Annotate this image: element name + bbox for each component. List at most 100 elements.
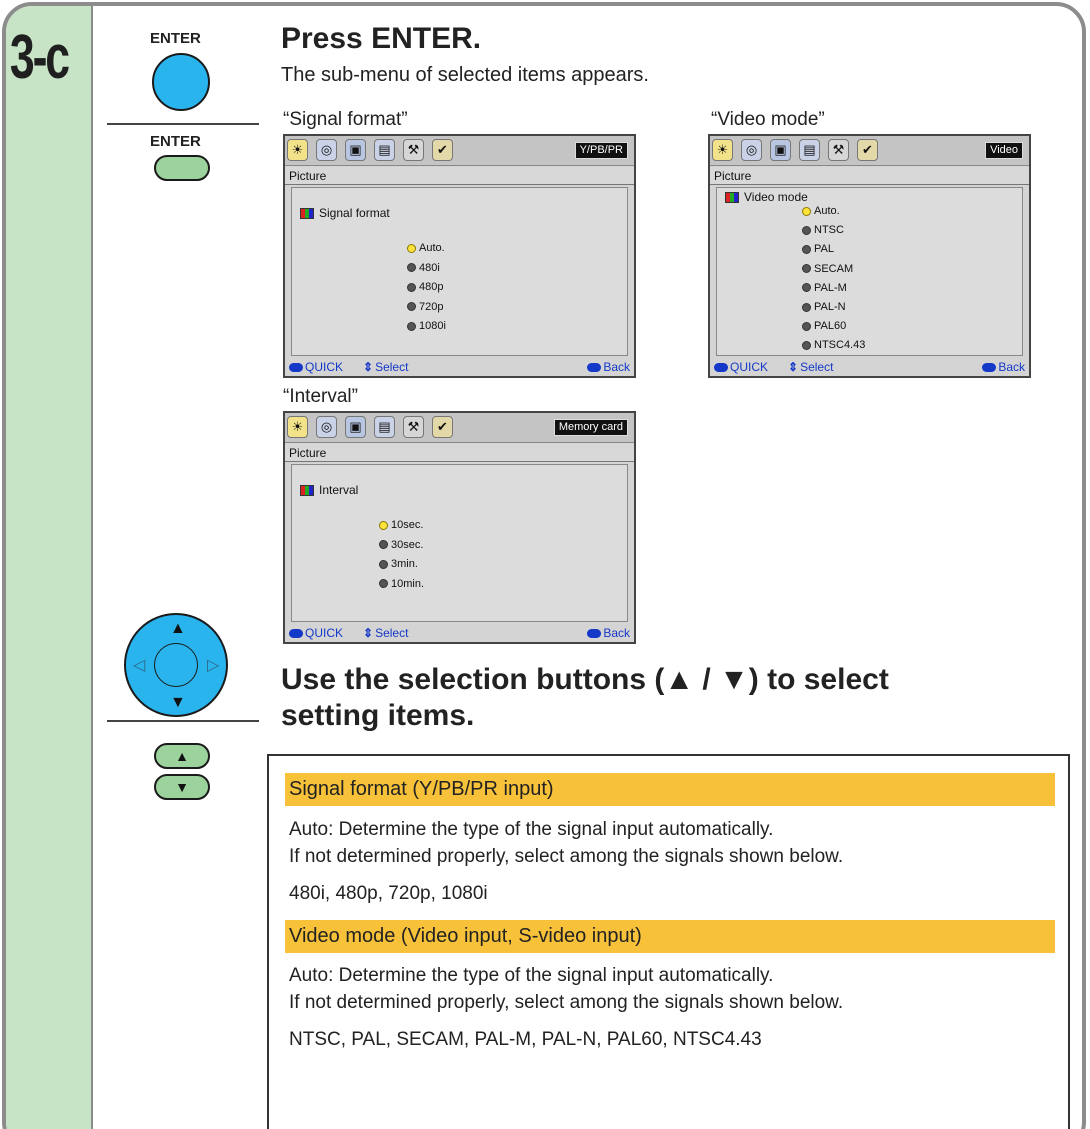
osd-option[interactable]: 720p <box>407 301 443 313</box>
picture-icon[interactable]: ☀ <box>712 139 733 161</box>
up-pill-button[interactable]: ▲ <box>154 743 210 769</box>
osd-option[interactable]: PAL-N <box>802 301 846 313</box>
osd-footer: QUICK ⇕ Select Back <box>285 624 634 642</box>
exit-key-icon <box>587 628 602 638</box>
arrow-up-icon[interactable]: ▲ <box>170 621 186 637</box>
radio-dot-icon <box>379 520 388 530</box>
arrow-left-icon[interactable]: ◁ <box>133 658 145 674</box>
osd-toolbar: ☀ ◎ ▣ ▤ ⚒ ✔ Video <box>710 136 1029 166</box>
signal-format-heading: Signal format (Y/PB/PR input) <box>285 773 1055 806</box>
enter-label: ENTER <box>150 30 201 47</box>
tools-icon[interactable]: ⚒ <box>828 139 849 161</box>
back-hint[interactable]: Back <box>587 626 630 640</box>
caption-interval: “Interval” <box>283 386 358 407</box>
osd-option[interactable]: PAL60 <box>802 320 846 332</box>
check-icon[interactable]: ✔ <box>432 416 453 438</box>
select-hint[interactable]: ⇕ Select <box>363 360 408 374</box>
enter-pill-button[interactable] <box>154 155 210 181</box>
select-hint[interactable]: ⇕ Select <box>363 626 408 640</box>
radio-dot-icon <box>802 340 811 350</box>
osd-option[interactable]: 10min. <box>379 578 424 590</box>
section-title-selection: Use the selection buttons (▲ / ▼) to sel… <box>281 662 889 734</box>
osd-item-title: Video mode <box>725 190 808 204</box>
arrow-down-icon[interactable]: ▼ <box>170 695 186 711</box>
back-hint[interactable]: Back <box>982 360 1025 374</box>
enter-round-button[interactable] <box>152 53 210 111</box>
osd-option-label: 3min. <box>391 558 418 570</box>
quick-label: QUICK <box>730 360 769 374</box>
osd-category: Picture <box>285 444 634 462</box>
audio-icon[interactable]: ◎ <box>316 416 337 438</box>
audio-icon[interactable]: ◎ <box>741 139 762 161</box>
quick-hint[interactable]: QUICK <box>289 626 343 640</box>
osd-footer: QUICK ⇕ Select Back <box>285 358 634 376</box>
check-icon[interactable]: ✔ <box>857 139 878 161</box>
select-hint[interactable]: ⇕ Select <box>788 360 833 374</box>
osd-option-label: 1080i <box>419 320 446 332</box>
osd-option[interactable]: Auto. <box>407 242 445 254</box>
updown-key-icon: ⇕ <box>788 360 799 374</box>
check-icon[interactable]: ✔ <box>432 139 453 161</box>
osd-category: Picture <box>710 167 1029 185</box>
screen-icon[interactable]: ▣ <box>345 416 366 438</box>
osd-option[interactable]: 480i <box>407 262 440 274</box>
osd-source-label: Y/PB/PR <box>574 142 628 159</box>
osd-item-title: Interval <box>300 483 358 497</box>
osd-option[interactable]: NTSC <box>802 224 844 236</box>
osd-option[interactable]: 3min. <box>379 558 418 570</box>
dpad-center[interactable] <box>154 643 198 687</box>
monitor-icon[interactable]: ▤ <box>374 139 395 161</box>
quick-hint[interactable]: QUICK <box>714 360 768 374</box>
osd-option[interactable]: PAL <box>802 243 834 255</box>
osd-option[interactable]: NTSC4.43 <box>802 339 865 351</box>
monitor-icon[interactable]: ▤ <box>799 139 820 161</box>
exit-key-icon <box>982 362 997 372</box>
step-sidebar: 3-c <box>6 6 93 1129</box>
video-list-text: NTSC, PAL, SECAM, PAL-M, PAL-N, PAL60, N… <box>289 1029 762 1050</box>
osd-option[interactable]: 480p <box>407 281 443 293</box>
osd-option-label: 10min. <box>391 577 425 590</box>
down-pill-button[interactable]: ▼ <box>154 774 210 800</box>
updown-key-icon: ⇕ <box>363 360 374 374</box>
direction-pad[interactable]: ▲ ▼ ◁ ▷ <box>124 613 228 717</box>
radio-dot-icon <box>802 264 811 274</box>
osd-item-title-text: Interval <box>319 483 359 497</box>
osd-option[interactable]: 1080i <box>407 320 446 332</box>
osd-signal-format: ☀ ◎ ▣ ▤ ⚒ ✔ Y/PB/PR Picture Signal format Auto. 48… <box>283 134 636 378</box>
osd-option[interactable]: Auto. <box>802 205 840 217</box>
back-hint[interactable]: Back <box>587 360 630 374</box>
divider <box>107 123 259 125</box>
tools-icon[interactable]: ⚒ <box>403 416 424 438</box>
radio-dot-icon <box>802 206 811 216</box>
osd-option[interactable]: PAL-M <box>802 282 847 294</box>
tools-icon[interactable]: ⚒ <box>403 139 424 161</box>
picture-icon[interactable]: ☀ <box>287 416 308 438</box>
osd-option-label: SECAM <box>814 262 854 275</box>
video-manual-text: If not determined properly, select among… <box>289 992 844 1013</box>
up-triangle-icon: ▲ <box>175 748 189 764</box>
osd-option-label: 480p <box>419 281 444 293</box>
video-mode-heading: Video mode (Video input, S-video input) <box>285 920 1055 953</box>
step-number: 3-c <box>9 23 70 92</box>
osd-option-label: 720p <box>419 300 444 313</box>
osd-interval: ☀ ◎ ▣ ▤ ⚒ ✔ Memory card Picture Interval 10sec. 30… <box>283 411 636 644</box>
audio-icon[interactable]: ◎ <box>316 139 337 161</box>
radio-dot-icon <box>802 244 811 254</box>
screen-icon[interactable]: ▣ <box>770 139 791 161</box>
select-label: Select <box>375 360 409 374</box>
arrow-right-icon[interactable]: ▷ <box>207 658 219 674</box>
down-triangle-icon: ▼ <box>175 779 189 795</box>
radio-dot-icon <box>802 302 811 312</box>
osd-option[interactable]: 30sec. <box>379 539 423 551</box>
osd-item-title: Signal format <box>300 206 390 220</box>
osd-option-label: PAL-N <box>814 301 846 313</box>
back-label: Back <box>998 360 1025 374</box>
select-label: Select <box>800 360 834 374</box>
osd-option[interactable]: 10sec. <box>379 519 423 531</box>
item-icon <box>725 191 739 203</box>
screen-icon[interactable]: ▣ <box>345 139 366 161</box>
monitor-icon[interactable]: ▤ <box>374 416 395 438</box>
osd-option[interactable]: SECAM <box>802 263 853 275</box>
quick-hint[interactable]: QUICK <box>289 360 343 374</box>
picture-icon[interactable]: ☀ <box>287 139 308 161</box>
